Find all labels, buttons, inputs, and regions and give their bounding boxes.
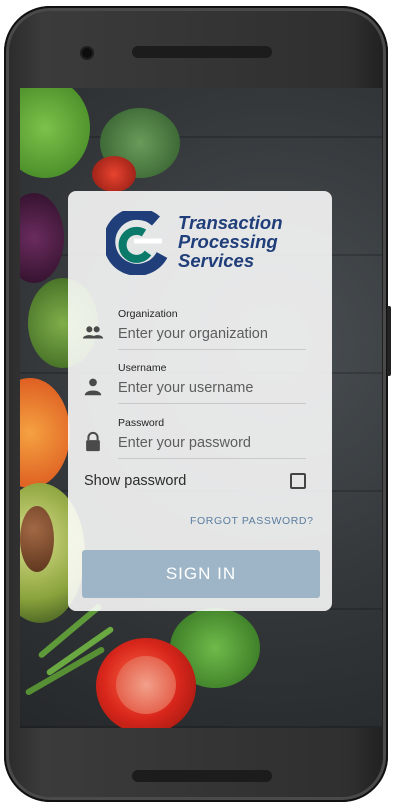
organization-field: Organization <box>82 308 306 354</box>
show-password-checkbox[interactable] <box>290 473 306 489</box>
organization-underline <box>118 349 306 350</box>
password-field: Password <box>82 417 306 463</box>
brand-name: Transaction Processing Services <box>178 213 283 270</box>
username-underline <box>118 403 306 404</box>
password-label: Password <box>118 417 165 429</box>
lock-icon <box>86 431 100 452</box>
tomato-slice-decoration <box>116 656 176 714</box>
username-field: Username <box>82 362 306 408</box>
show-password-label: Show password <box>84 473 187 489</box>
password-underline <box>118 458 306 459</box>
login-card: Transaction Processing Services Organiza… <box>68 191 332 611</box>
password-input[interactable] <box>118 430 305 456</box>
username-label: Username <box>118 362 167 374</box>
company-logo: Transaction Processing Services <box>106 209 306 277</box>
bottom-speaker <box>132 770 272 782</box>
lettuce-decoration <box>20 88 90 178</box>
forgot-password-link[interactable]: FORGOT PASSWORD? <box>190 515 314 527</box>
organization-input[interactable] <box>118 321 305 347</box>
green-bean-decoration <box>24 645 106 697</box>
power-button <box>387 306 391 376</box>
group-icon <box>82 326 104 339</box>
sign-in-button[interactable]: SIGN IN <box>82 550 320 598</box>
orange-tomato-decoration <box>20 378 70 488</box>
earpiece-speaker <box>132 46 272 58</box>
avocado-seed-decoration <box>20 506 54 572</box>
logo-mark-icon <box>106 211 168 275</box>
organization-label: Organization <box>118 308 178 320</box>
brand-line-2: Processing <box>178 231 278 252</box>
red-pepper-decoration <box>92 156 136 192</box>
purple-cabbage-decoration <box>20 193 64 283</box>
person-icon <box>84 378 102 396</box>
camera-icon <box>82 48 92 58</box>
brand-line-3: Services <box>178 250 255 271</box>
brand-line-1: Transaction <box>178 212 283 233</box>
login-screen: Transaction Processing Services Organiza… <box>20 88 382 728</box>
username-input[interactable] <box>118 375 305 401</box>
